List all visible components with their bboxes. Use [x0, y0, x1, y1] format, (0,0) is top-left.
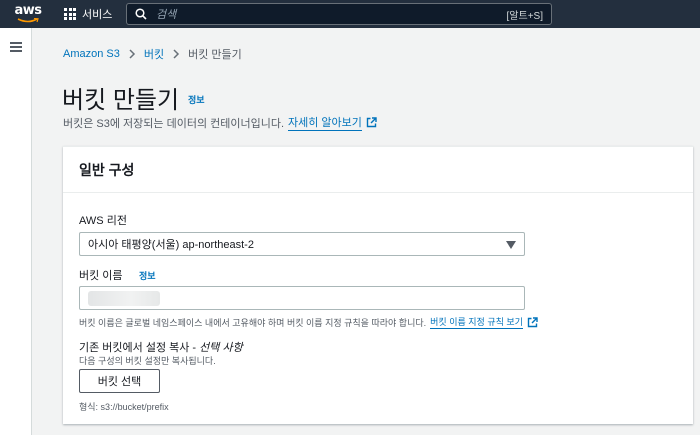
- bucket-name-constraint-text: 버킷 이름은 글로벌 네임스페이스 내에서 고유해야 하며 버킷 이름 지정 규…: [79, 317, 427, 328]
- caret-down-icon: [506, 241, 516, 249]
- chevron-right-icon: [129, 49, 135, 59]
- title-info-link[interactable]: 정보: [188, 93, 205, 106]
- region-select[interactable]: 아시아 태평양(서울) ap-northeast-2: [79, 232, 525, 256]
- copy-settings-description: 다음 구성의 버킷 설정만 복사됩니다.: [79, 356, 216, 366]
- bucket-name-input[interactable]: [79, 286, 525, 310]
- page-title: 버킷 만들기: [62, 87, 180, 114]
- bucket-name-label: 버킷 이름: [79, 270, 123, 282]
- region-selected-value: 아시아 태평양(서울) ap-northeast-2: [88, 239, 254, 251]
- breadcrumb-amazon-s3[interactable]: Amazon S3: [63, 48, 120, 60]
- breadcrumb: Amazon S3 버킷 버킷 만들기: [63, 46, 242, 62]
- general-configuration-panel: 일반 구성 AWS 리전 아시아 태평양(서울) ap-northeast-2 …: [63, 146, 693, 424]
- breadcrumb-create-bucket: 버킷 만들기: [188, 49, 242, 61]
- side-navigation-rail: [0, 28, 32, 435]
- external-link-icon: [527, 316, 538, 327]
- learn-more-link[interactable]: 자세히 알아보기: [288, 114, 362, 131]
- optional-tag: 선택 사항: [199, 342, 243, 354]
- search-input[interactable]: 검색 [알트+S]: [126, 3, 552, 25]
- aws-logo-text: aws: [14, 3, 42, 18]
- naming-rules-link[interactable]: 버킷 이름 지정 규칙 보기: [430, 315, 523, 329]
- bucket-name-constraint: 버킷 이름은 글로벌 네임스페이스 내에서 고유해야 하며 버킷 이름 지정 규…: [79, 315, 538, 329]
- format-hint: 형식: s3://bucket/prefix: [79, 402, 169, 412]
- panel-header: 일반 구성: [63, 147, 693, 193]
- region-label: AWS 리전: [79, 215, 127, 227]
- panel-title: 일반 구성: [79, 161, 135, 178]
- copy-settings-label: 기존 버킷에서 설정 복사 - 선택 사항: [79, 339, 243, 355]
- chevron-right-icon: [173, 49, 180, 59]
- aws-logo[interactable]: aws: [0, 0, 56, 28]
- search-shortcut-hint: [알트+S]: [506, 10, 543, 22]
- page-description-text: 버킷은 S3에 저장되는 데이터의 컨테이너입니다.: [63, 117, 285, 130]
- services-label: 서비스: [82, 9, 113, 21]
- hamburger-menu-icon[interactable]: [10, 42, 22, 52]
- aws-smile-icon: [17, 18, 39, 23]
- bucket-name-info-link[interactable]: 정보: [139, 269, 156, 282]
- top-navigation: aws 서비스 검색 [알트+S]: [0, 0, 700, 28]
- grid-icon: [64, 8, 76, 20]
- search-icon: [135, 8, 147, 20]
- search-placeholder: 검색: [156, 9, 177, 21]
- external-link-icon: [366, 117, 377, 128]
- breadcrumb-buckets[interactable]: 버킷: [144, 46, 164, 62]
- choose-bucket-button[interactable]: 버킷 선택: [79, 369, 160, 393]
- redacted-bucket-name: [88, 291, 160, 306]
- page-description: 버킷은 S3에 저장되는 데이터의 컨테이너입니다. 자세히 알아보기: [63, 114, 377, 131]
- copy-settings-label-text: 기존 버킷에서 설정 복사 -: [79, 342, 197, 354]
